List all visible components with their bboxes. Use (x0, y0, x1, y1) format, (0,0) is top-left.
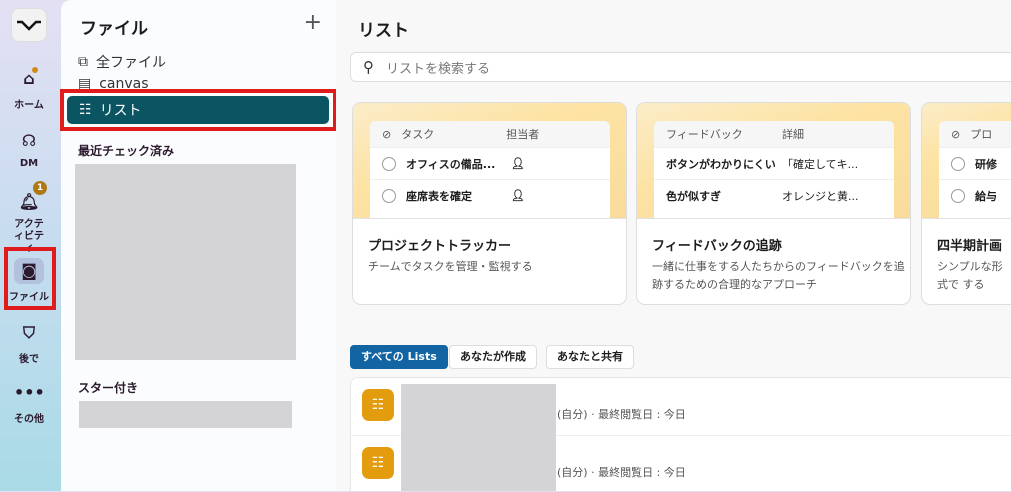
files-sidebar: ファイル + ⧉ 全ファイル ▤ canvas ☷ リスト 最近チェック済み スター付… (61, 0, 336, 491)
search-icon: ⚲ (363, 58, 374, 76)
starred-heading: スター付き (78, 381, 139, 395)
template-card-project-tracker[interactable]: ⊘ タスク 担当者 オフィスの備品... 👤︎ 座席表を確定 👤︎ プロジェクトトラッカ… (352, 102, 627, 305)
sidebar-item-all-files[interactable]: ⧉ 全ファイル (78, 52, 166, 72)
rail-dm[interactable]: ☊ DM (0, 128, 58, 169)
activity-badge: 1 (33, 181, 47, 195)
card-desc: 一緒に仕事をする人たちからのフィードバックを追跡するための合理的なアプローチ (652, 260, 905, 291)
bookmark-icon: ⛉ (22, 323, 35, 342)
list-icon: ☷ (362, 389, 394, 421)
cell: オレンジと黄... (782, 189, 859, 203)
rail-label: ホーム (14, 100, 44, 111)
redacted-starred (79, 401, 292, 428)
check-icon: ⊘ (951, 127, 961, 141)
col-header: フィードバック (666, 128, 743, 141)
workspace-logo[interactable] (11, 8, 47, 42)
search-input[interactable]: ⚲ リストを検索する (350, 52, 1011, 82)
rail-label: その他 (14, 414, 44, 425)
cell: 研修 (975, 157, 997, 171)
rail-label: DM (19, 158, 39, 169)
sidebar-title: ファイル (80, 19, 148, 39)
card-title: 四半期計画 (937, 239, 1003, 254)
workspace-rail: ⌂ ホーム ☊ DM 🔔︎ 1 アクティビティ ◙ ファイル ⛉ 後で ••• その他 (0, 0, 60, 491)
list-icon: ☷ (362, 447, 394, 479)
col-header: タスク (401, 128, 435, 141)
col-header: プロ (970, 128, 993, 141)
redacted-list-names (401, 384, 556, 491)
add-button[interactable]: + (304, 10, 322, 35)
search-placeholder: リストを検索する (386, 61, 491, 77)
rail-activity[interactable]: 🔔︎ 1 アクティビティ (0, 181, 58, 255)
cell: 「確定してキ... (782, 157, 859, 171)
recent-heading: 最近チェック済み (78, 144, 175, 158)
list-item-meta: (自分) · 最終閲覧日 : 今日 (557, 466, 686, 479)
card-desc: シンプルな形式で する (937, 260, 1003, 291)
person-icon: 👤︎ (511, 157, 525, 170)
cell: 座席表を確定 (406, 189, 472, 203)
tab-shared-with-you[interactable]: あなたと共有 (546, 345, 634, 369)
home-icon: ⌂ (14, 66, 44, 92)
tab-all-lists[interactable]: すべての Lists (350, 345, 448, 369)
template-card-quarterly[interactable]: ⊘ プロ 研修 給与 四半期計画 シンプルな形式で する (921, 102, 1011, 305)
check-icon: ⊘ (382, 127, 392, 141)
person-icon: 👤︎ (511, 189, 525, 202)
highlight-lists (60, 89, 337, 131)
col-header: 担当者 (506, 128, 540, 141)
card-title: プロジェクトトラッカー (368, 239, 512, 254)
main-content: リスト ⚲ リストを検索する ⊘ タスク 担当者 オフィスの備品... 👤︎ 座席表を確… (336, 0, 1011, 491)
cell: 給与 (975, 189, 997, 203)
card-desc: チームでタスクを管理・監視する (368, 260, 533, 273)
redacted-recent (75, 164, 296, 360)
col-header: 詳細 (782, 128, 804, 141)
files-icon: ⧉ (78, 54, 88, 70)
tab-created-by-you[interactable]: あなたが作成 (449, 345, 537, 369)
highlight-files (4, 247, 56, 310)
page-title: リスト (358, 21, 409, 41)
rail-more[interactable]: ••• その他 (0, 380, 58, 425)
rail-later[interactable]: ⛉ 後で (0, 320, 58, 365)
rail-home[interactable]: ⌂ ホーム (0, 66, 58, 111)
card-title: フィードバックの追跡 (652, 239, 782, 254)
dm-icon: ☊ (21, 131, 37, 150)
rail-label: 後で (19, 354, 39, 365)
cell: オフィスの備品... (406, 157, 496, 171)
bell-icon: 🔔︎ 1 (14, 181, 47, 215)
lists-list: ☷ (自分) · 最終閲覧日 : 今日 ☷ (自分) · 最終閲覧日 : 今日 (350, 377, 1011, 491)
template-card-feedback[interactable]: フィードバック 詳細 ボタンがわかりにくい 「確定してキ... 色が似すぎ オレンジと… (636, 102, 911, 305)
sidebar-item-label: 全ファイル (96, 55, 166, 71)
list-item-meta: (自分) · 最終閲覧日 : 今日 (557, 408, 686, 421)
cell: 色が似すぎ (666, 189, 721, 203)
cell: ボタンがわかりにくい (666, 157, 776, 171)
more-icon: ••• (14, 383, 45, 402)
